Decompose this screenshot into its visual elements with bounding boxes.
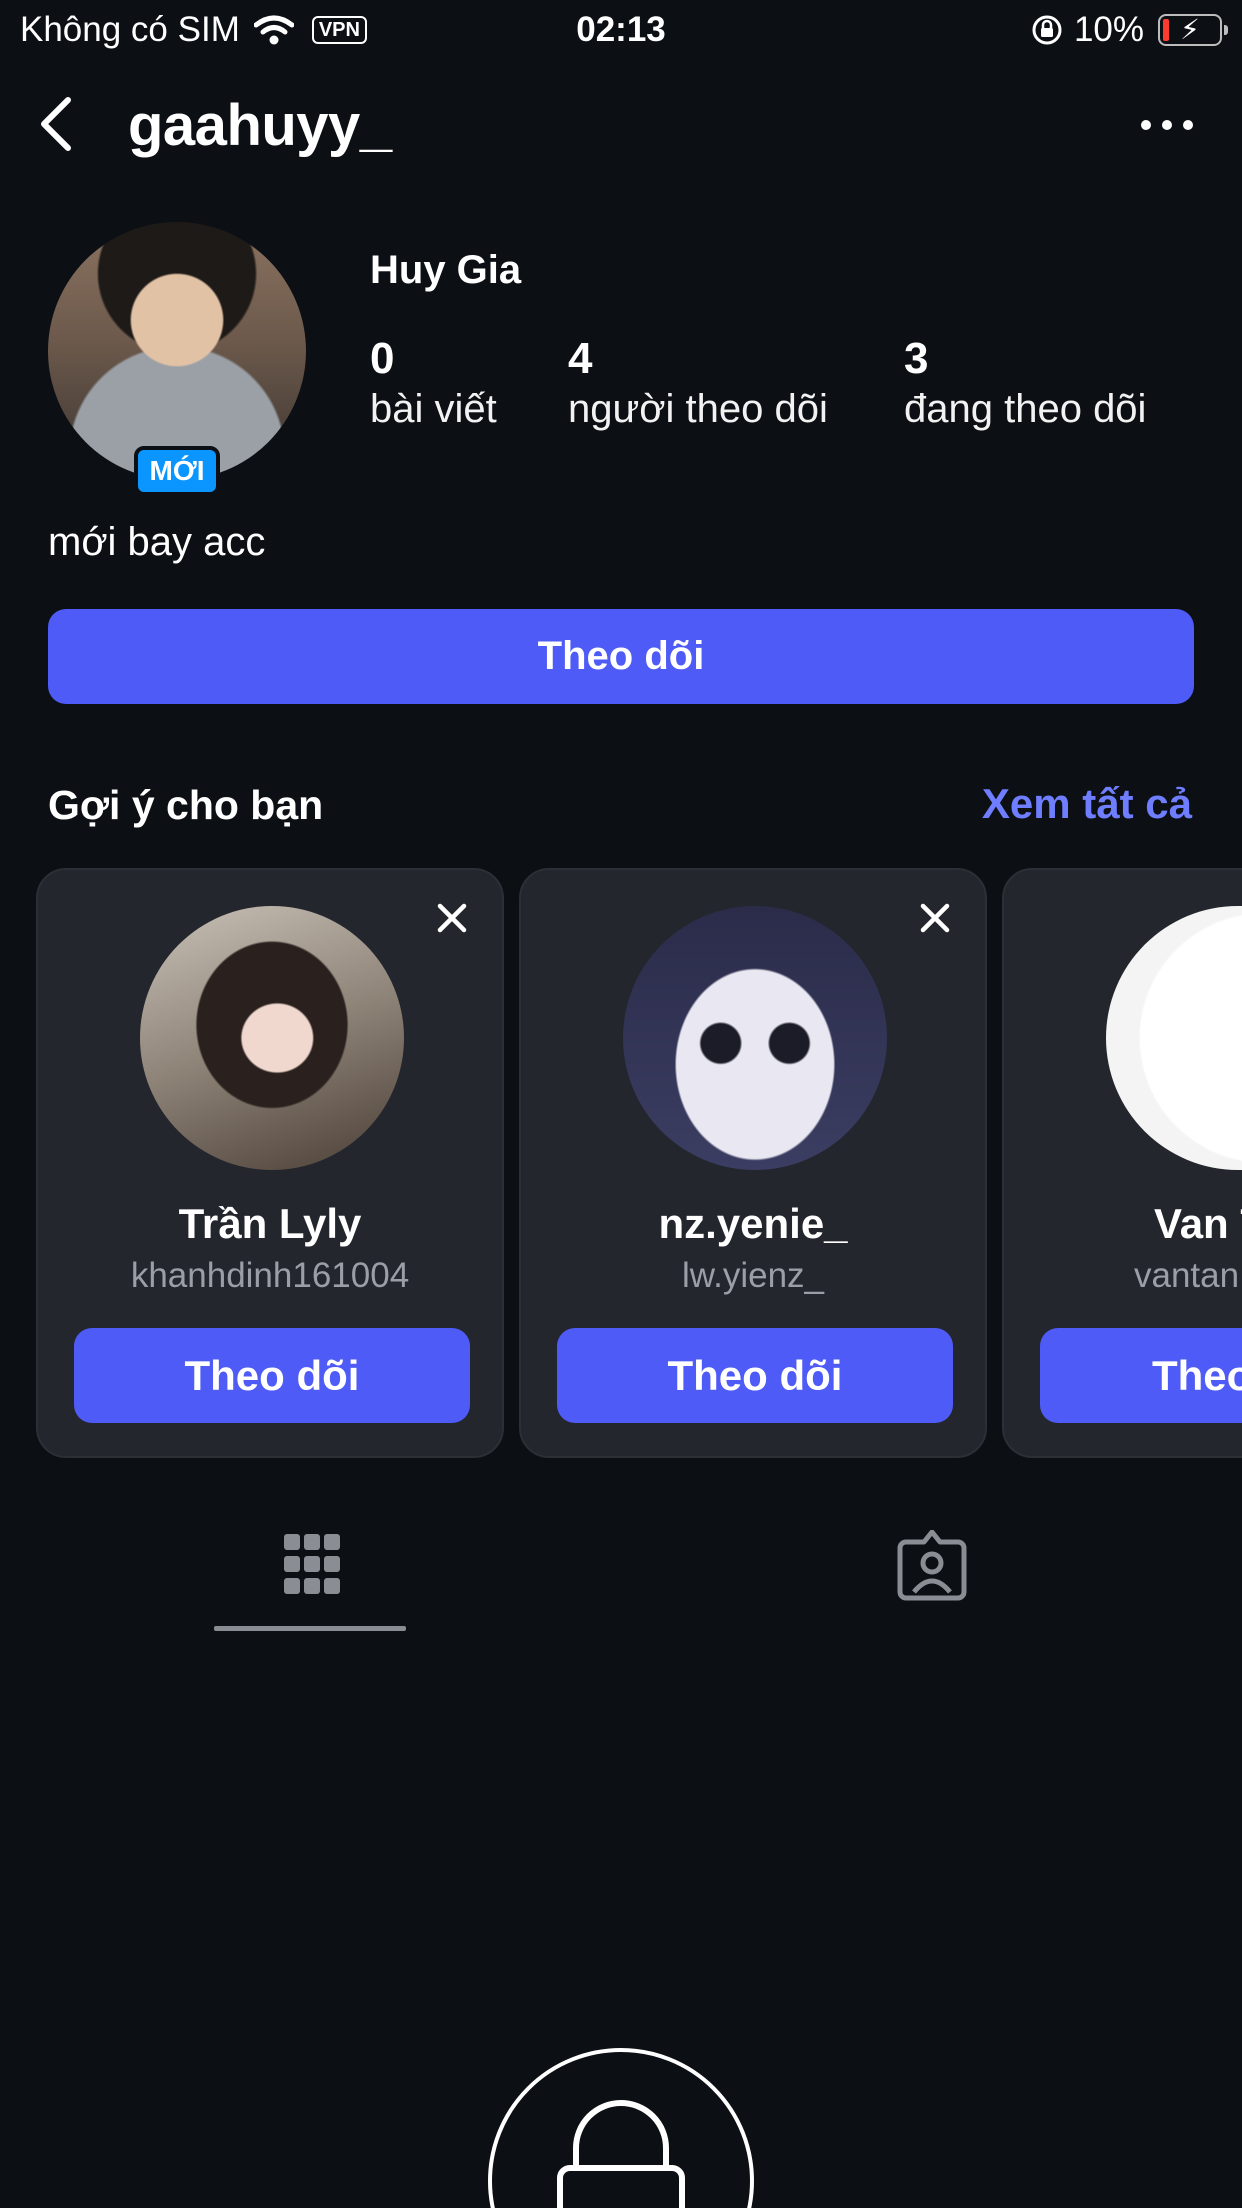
suggestions-title: Gợi ý cho bạn	[48, 782, 324, 828]
status-right: 10% ⚡	[1030, 10, 1228, 50]
profile-avatar[interactable]	[48, 222, 306, 480]
suggestion-card[interactable]: nz.yenie_ lw.yienz_ Theo dõi	[519, 868, 987, 1458]
orientation-lock-icon	[1032, 15, 1062, 45]
active-tab-indicator	[214, 1626, 406, 1631]
stat-posts-count: 0	[370, 334, 395, 383]
stat-posts-label: bài viết	[370, 387, 497, 431]
suggestion-avatar[interactable]	[140, 906, 404, 1170]
stat-followers-label: người theo dõi	[568, 387, 828, 431]
battery-icon: ⚡	[1158, 14, 1228, 46]
suggestion-avatar[interactable]	[1106, 906, 1242, 1170]
display-name: Huy Gia	[370, 248, 522, 292]
stat-followers-count: 4	[568, 334, 593, 383]
follow-button[interactable]: Theo dõi	[48, 609, 1194, 704]
suggestion-avatar[interactable]	[623, 906, 887, 1170]
dismiss-suggestion-button[interactable]	[915, 898, 955, 938]
grid-icon	[284, 1534, 340, 1594]
stat-following-count: 3	[904, 334, 929, 383]
see-all-link[interactable]: Xem tất cả	[982, 780, 1192, 828]
suggestion-follow-button[interactable]: Theo dõi	[557, 1328, 953, 1423]
tab-tagged[interactable]	[884, 1529, 980, 1602]
stat-following[interactable]: 3 đang theo dõi	[904, 334, 1146, 434]
stat-followers[interactable]: 4 người theo dõi	[568, 334, 828, 434]
private-account-lock	[488, 2048, 754, 2208]
chevron-left-icon	[41, 97, 71, 151]
profile-username: gaahuyy_	[128, 93, 392, 158]
tagged-person-icon	[897, 1529, 967, 1601]
suggestion-card[interactable]: Trần Lyly khanhdinh161004 Theo dõi	[36, 868, 504, 1458]
suggestion-name: nz.yenie_	[658, 1200, 848, 1247]
suggestion-name: Van T	[1154, 1200, 1242, 1247]
back-button[interactable]	[30, 94, 90, 154]
charging-bolt-icon: ⚡	[1180, 14, 1200, 45]
stat-following-label: đang theo dõi	[904, 387, 1147, 431]
dismiss-suggestion-button[interactable]	[432, 898, 472, 938]
profile-header: gaahuyy_	[0, 80, 1242, 170]
status-bar: Không có SIM VPN 02:13 10% ⚡	[0, 0, 1242, 62]
suggestion-name: Trần Lyly	[178, 1200, 362, 1247]
suggestion-follow-button[interactable]: Theo dõi	[74, 1328, 470, 1423]
new-badge: MỚI	[134, 446, 220, 496]
ellipsis-icon	[1141, 120, 1193, 130]
battery-percent: 10%	[1073, 10, 1144, 49]
suggestion-handle: vantan	[1134, 1256, 1240, 1295]
suggestion-follow-button[interactable]: Theo	[1040, 1328, 1242, 1423]
suggestion-handle: lw.yienz_	[681, 1256, 825, 1295]
suggestion-card[interactable]: Van T vantan Theo	[1002, 868, 1242, 1458]
more-options-button[interactable]	[1132, 100, 1202, 150]
close-icon	[437, 903, 467, 933]
suggestion-handle: khanhdinh161004	[130, 1256, 410, 1295]
profile-bio: mới bay acc	[48, 520, 266, 564]
close-icon	[920, 903, 950, 933]
stat-posts[interactable]: 0 bài viết	[370, 334, 497, 434]
lock-icon	[557, 2100, 685, 2208]
tab-posts-grid[interactable]	[262, 1530, 358, 1602]
